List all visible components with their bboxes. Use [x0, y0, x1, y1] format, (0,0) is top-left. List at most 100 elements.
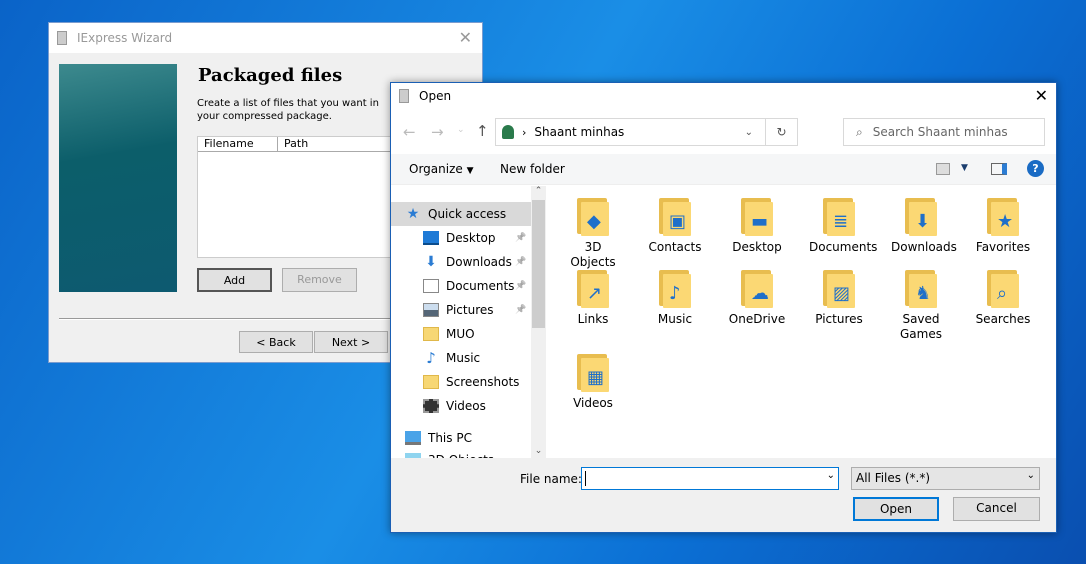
folder-item-links[interactable]: ↗ Links — [553, 268, 633, 327]
folder-item-3d-objects[interactable]: ◆ 3D Objects — [553, 196, 633, 270]
sidebar-item-quick-access[interactable]: ★ Quick access — [391, 202, 531, 226]
refresh-icon[interactable]: ↻ — [765, 119, 797, 145]
back-arrow-icon[interactable]: ← — [403, 123, 416, 141]
remove-button[interactable]: Remove — [282, 268, 357, 292]
pin-icon[interactable]: 📌 — [515, 305, 526, 315]
breadcrumb[interactable]: Shaant minhas — [534, 125, 624, 139]
pin-icon[interactable]: 📌 — [515, 257, 526, 267]
sidebar-item-documents[interactable]: Documents 📌 — [391, 274, 531, 298]
file-type-select[interactable]: All Files (*.*) ⌄ — [851, 467, 1040, 490]
chevron-down-icon[interactable]: ⌄ — [745, 127, 753, 138]
folder-item-pictures[interactable]: ▨ Pictures — [799, 268, 879, 327]
folder-label: Contacts — [648, 240, 702, 254]
wizard-description: Create a list of files that you want in … — [197, 98, 379, 122]
folder-label: Desktop — [732, 240, 782, 254]
folder-item-desktop[interactable]: ▬ Desktop — [717, 196, 797, 255]
folder-item-contacts[interactable]: ▣ Contacts — [635, 196, 715, 255]
app-icon — [399, 89, 409, 103]
sidebar-item-label: Pictures — [446, 303, 494, 317]
folder-item-music[interactable]: ♪ Music — [635, 268, 715, 327]
wizard-titlebar: IExpress Wizard ✕ — [49, 23, 482, 53]
close-icon[interactable]: ✕ — [459, 28, 472, 47]
file-name-label: File name: — [520, 472, 582, 486]
sidebar-item-music[interactable]: ♪ Music — [391, 346, 531, 370]
sidebar-item-label: This PC — [428, 431, 472, 445]
organize-button[interactable]: Organize ▼ — [409, 162, 474, 176]
folder-label: Searches — [975, 312, 1031, 326]
sidebar-item-this-pc[interactable]: This PC — [391, 426, 531, 450]
folder-icon: ▣ — [657, 196, 693, 236]
address-bar[interactable]: › Shaant minhas ⌄ ↻ — [495, 118, 798, 146]
folder-label: Music — [657, 312, 693, 326]
bottom-bar: File name: ⌄ All Files (*.*) ⌄ Open Canc… — [391, 458, 1056, 532]
folder-label: Links — [577, 312, 609, 326]
user-icon — [502, 125, 514, 139]
sidebar-item-3d-objects[interactable]: 3D Objects — [391, 448, 531, 458]
search-icon: ⌕ — [856, 124, 863, 139]
sidebar-item-desktop[interactable]: Desktop 📌 — [391, 226, 531, 250]
preview-pane-icon[interactable] — [991, 163, 1007, 175]
column-filename[interactable]: Filename — [198, 137, 278, 151]
sidebar-item-muo[interactable]: MUO — [391, 322, 531, 346]
cancel-button[interactable]: Cancel — [953, 497, 1040, 521]
sidebar-item-label: Videos — [446, 399, 486, 413]
sidebar-scrollbar[interactable]: ⌃ ⌄ — [531, 186, 546, 458]
next-button[interactable]: Next > — [314, 331, 388, 353]
column-path[interactable]: Path — [278, 137, 308, 151]
music-icon: ♪ — [426, 349, 436, 367]
caret-down-icon[interactable]: ▼ — [961, 163, 968, 173]
open-button[interactable]: Open — [853, 497, 939, 521]
file-name-input[interactable]: ⌄ — [581, 467, 839, 490]
folder-item-onedrive[interactable]: ☁ OneDrive — [717, 268, 797, 327]
organize-label: Organize — [409, 162, 463, 176]
folder-item-documents[interactable]: ≣ Documents — [799, 196, 879, 255]
folder-icon: ≣ — [821, 196, 857, 236]
folder-icon: ★ — [985, 196, 1021, 236]
close-icon[interactable]: ✕ — [1035, 86, 1048, 105]
navigation-pane: ★ Quick access Desktop 📌 ⬇ Downloads 📌 Document… — [391, 186, 546, 458]
scroll-thumb[interactable] — [532, 200, 545, 328]
open-titlebar: Open — [399, 89, 451, 103]
search-box[interactable]: ⌕ Search Shaant minhas — [843, 118, 1045, 146]
file-type-value: All Files (*.*) — [856, 471, 931, 485]
dialog-title: Open — [419, 89, 452, 103]
desktop-icon — [423, 231, 439, 245]
folder-icon: ☁ — [739, 268, 775, 308]
folder-label: Documents — [809, 240, 878, 254]
view-options-icon[interactable] — [936, 163, 950, 175]
search-placeholder: Search Shaant minhas — [872, 125, 1008, 139]
wizard-title: IExpress Wizard — [77, 31, 173, 45]
recent-dropdown-icon[interactable]: ⌄ — [457, 125, 465, 135]
back-button[interactable]: < Back — [239, 331, 313, 353]
new-folder-button[interactable]: New folder — [500, 162, 565, 176]
help-icon[interactable]: ? — [1027, 160, 1044, 177]
add-button[interactable]: Add — [197, 268, 272, 292]
folder-label: Favorites — [975, 240, 1031, 254]
folder-item-downloads[interactable]: ⬇ Downloads — [881, 196, 961, 255]
forward-arrow-icon[interactable]: → — [431, 123, 444, 141]
scroll-up-icon[interactable]: ⌃ — [531, 186, 546, 196]
sidebar-item-label: Documents — [446, 279, 515, 293]
chevron-down-icon: ⌄ — [1026, 470, 1035, 481]
pin-icon[interactable]: 📌 — [515, 233, 526, 243]
pin-icon[interactable]: 📌 — [515, 281, 526, 291]
folder-label: Downloads — [891, 240, 957, 254]
folder-item-saved-games[interactable]: ♞ Saved Games — [881, 268, 961, 342]
sidebar-item-label: Quick access — [428, 207, 507, 221]
sidebar-item-videos[interactable]: Videos — [391, 394, 531, 418]
star-icon: ★ — [406, 206, 420, 222]
file-list[interactable]: Filename Path — [197, 136, 397, 258]
scroll-down-icon[interactable]: ⌄ — [531, 446, 546, 456]
wizard-banner-image — [59, 64, 177, 292]
sidebar-item-pictures[interactable]: Pictures 📌 — [391, 298, 531, 322]
sidebar-item-label: Screenshots — [446, 375, 520, 389]
folder-icon: ▬ — [739, 196, 775, 236]
folder-item-favorites[interactable]: ★ Favorites — [963, 196, 1043, 255]
folder-item-searches[interactable]: ⌕ Searches — [963, 268, 1043, 327]
download-icon: ⬇ — [425, 254, 437, 270]
sidebar-item-downloads[interactable]: ⬇ Downloads 📌 — [391, 250, 531, 274]
folder-item-videos[interactable]: ▦ Videos — [553, 352, 633, 411]
sidebar-item-screenshots[interactable]: Screenshots — [391, 370, 531, 394]
up-arrow-icon[interactable]: ↑ — [476, 122, 489, 140]
chevron-down-icon[interactable]: ⌄ — [827, 470, 835, 481]
